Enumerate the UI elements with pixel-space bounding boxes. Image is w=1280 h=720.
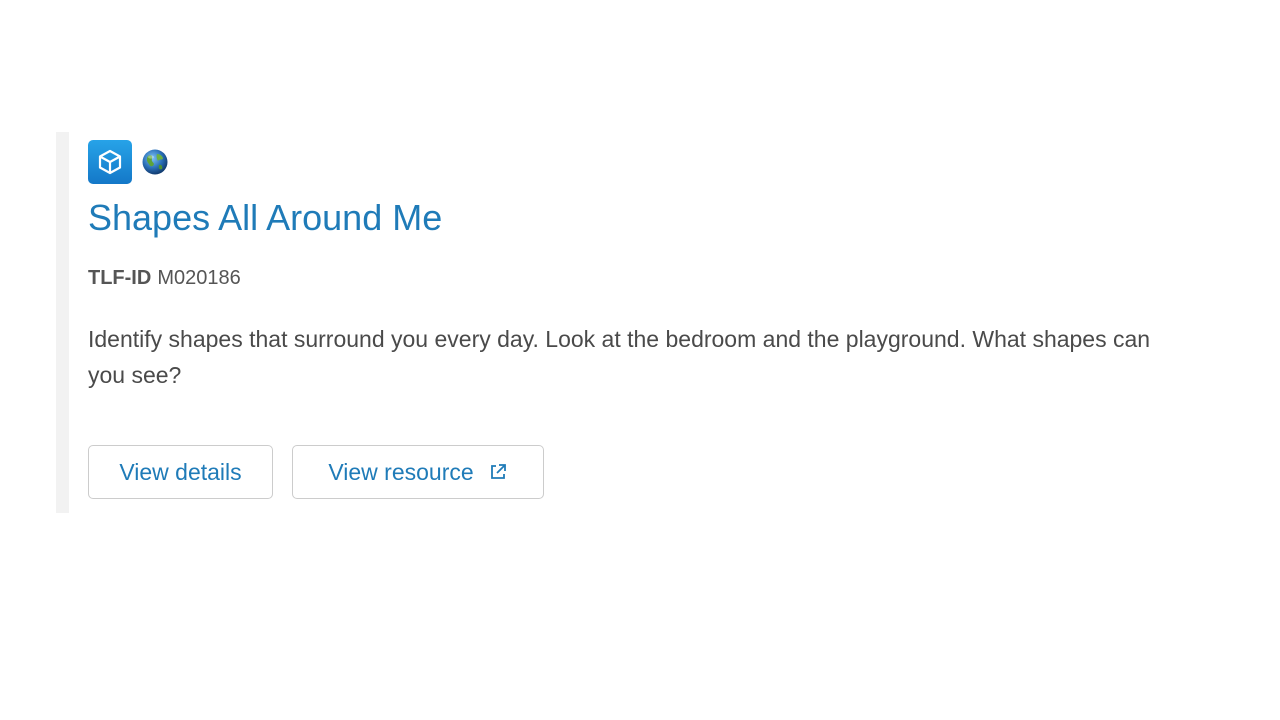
external-link-icon (488, 462, 508, 482)
resource-card: Shapes All Around Me TLF-ID M020186 Ident… (56, 132, 1196, 513)
resource-title[interactable]: Shapes All Around Me (88, 194, 442, 242)
globe-icon (140, 147, 170, 177)
resource-description: Identify shapes that surround you every … (88, 326, 1151, 388)
view-resource-button[interactable]: View resource (292, 445, 544, 499)
page: Shapes All Around Me TLF-ID M020186 Ident… (0, 0, 1280, 720)
resource-id: TLF-ID M020186 (88, 267, 241, 290)
cube-icon (88, 140, 132, 184)
view-resource-label: View resource (328, 458, 474, 485)
view-details-label: View details (119, 458, 242, 485)
view-details-button[interactable]: View details (88, 445, 273, 499)
id-label: TLF-ID (88, 267, 152, 289)
id-value: M020186 (157, 267, 241, 289)
resource-icons (88, 140, 170, 184)
